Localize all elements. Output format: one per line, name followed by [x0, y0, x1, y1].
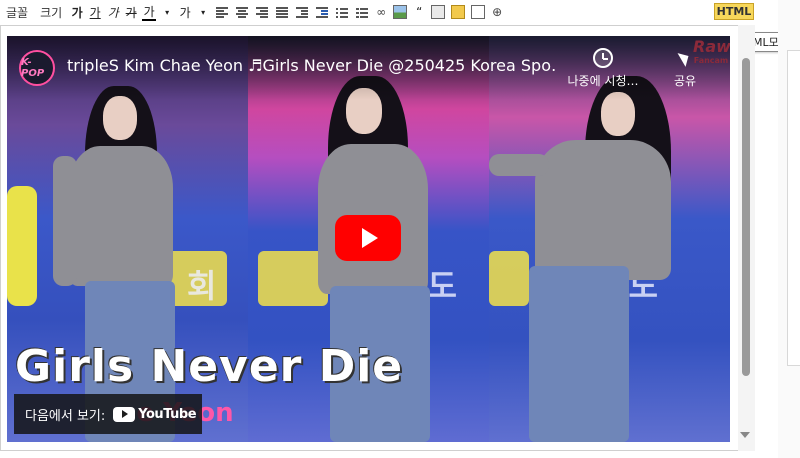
- performer-face: [103, 96, 137, 140]
- share-arrow-icon: [677, 49, 693, 67]
- play-button[interactable]: [335, 215, 401, 261]
- table-icon[interactable]: [471, 5, 486, 19]
- banner-text: 회: [187, 267, 217, 305]
- scrollbar-thumb[interactable]: [742, 58, 750, 376]
- youtube-play-icon: [113, 406, 136, 422]
- save-icon[interactable]: [431, 5, 446, 19]
- link-icon[interactable]: ∞: [374, 4, 388, 20]
- editor-toolbar: 글꼴 크기 가 가 가 가 가 ▾ 가 ▾ ∞ “ ⊕: [0, 0, 758, 24]
- channel-avatar[interactable]: K-POP: [19, 50, 55, 86]
- performer-jeans: [529, 266, 629, 442]
- video-overlay-title: Girls Never Die: [15, 341, 404, 392]
- html-mode-button[interactable]: HTML: [714, 3, 754, 20]
- video-title[interactable]: tripleS Kim Chae Yeon ♬Girls Never Die @…: [67, 56, 557, 75]
- watermark-main: Raw: [693, 37, 730, 56]
- scroll-down-arrow-icon[interactable]: [740, 432, 750, 438]
- align-left-icon[interactable]: [215, 5, 229, 19]
- globe-icon[interactable]: ⊕: [490, 4, 504, 20]
- side-performer: [7, 186, 37, 306]
- align-justify-icon[interactable]: [275, 5, 289, 19]
- bg-color-button[interactable]: 가: [178, 4, 192, 20]
- unordered-list-icon[interactable]: [355, 5, 369, 19]
- italic-button[interactable]: 가: [106, 4, 120, 20]
- youtube-logo-text: YouTube: [138, 406, 197, 422]
- font-color-button[interactable]: 가: [142, 3, 157, 21]
- font-color-dropdown-icon[interactable]: ▾: [160, 4, 174, 20]
- performer-top: [69, 146, 173, 286]
- underline-button[interactable]: 가: [88, 4, 102, 20]
- performer-top: [535, 140, 671, 280]
- performer-arm: [53, 156, 77, 286]
- outdent-icon[interactable]: [295, 5, 309, 19]
- bg-color-dropdown-icon[interactable]: ▾: [196, 4, 210, 20]
- emoticon-icon[interactable]: [451, 5, 466, 19]
- share-label: 공유: [673, 74, 697, 88]
- stage-banner: [489, 251, 529, 306]
- play-icon: [361, 228, 378, 248]
- youtube-embed[interactable]: 회 남도 남도 K-POP tripleS Kim Chae Yeon ♬Gir…: [7, 36, 730, 442]
- image-icon[interactable]: [393, 5, 408, 19]
- watch-later-button[interactable]: 나중에 시청…: [563, 48, 643, 89]
- clock-icon: [593, 48, 613, 68]
- font-size-dropdown[interactable]: 크기: [34, 4, 68, 21]
- watch-on-label: 다음에서 보기:: [25, 408, 106, 424]
- ordered-list-icon[interactable]: [335, 5, 349, 19]
- watch-later-label: 나중에 시청…: [567, 74, 639, 88]
- strikethrough-button[interactable]: 가: [124, 4, 138, 20]
- bold-button[interactable]: 가: [70, 4, 84, 20]
- watch-on-youtube-button[interactable]: 다음에서 보기: YouTube: [14, 394, 202, 434]
- side-panel-edge: [787, 50, 800, 366]
- performer-arm: [489, 154, 549, 176]
- align-center-icon[interactable]: [235, 5, 249, 19]
- watermark-sub: Fancam: [693, 56, 729, 65]
- font-family-dropdown[interactable]: 글꼴: [0, 4, 34, 21]
- raw-fancam-watermark: Raw Fancam: [693, 37, 730, 68]
- quote-icon[interactable]: “: [412, 4, 426, 20]
- align-right-icon[interactable]: [255, 5, 269, 19]
- indent-icon[interactable]: [315, 5, 329, 19]
- youtube-logo: YouTube: [113, 406, 197, 422]
